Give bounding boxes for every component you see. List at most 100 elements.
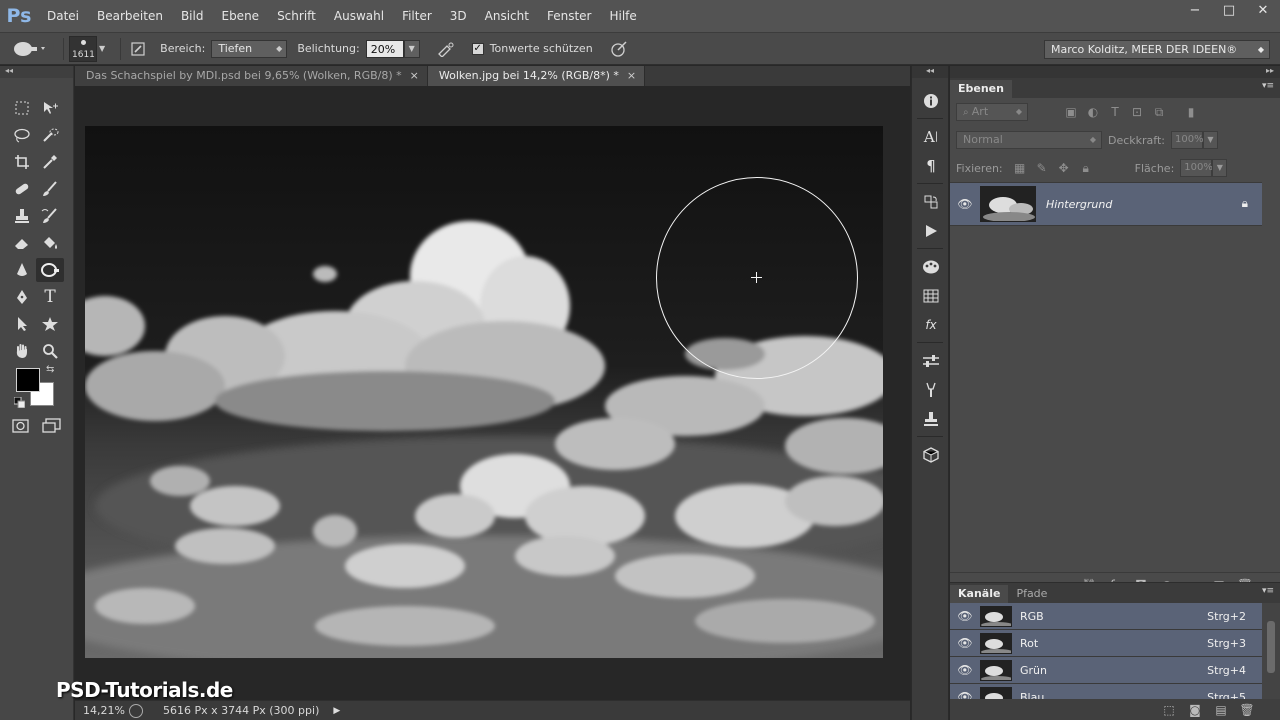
lock-all-icon[interactable]: 🔒︎ (1075, 159, 1097, 177)
3d-icon[interactable] (912, 440, 950, 469)
panel-menu-icon[interactable]: ▾≡ (1262, 586, 1274, 596)
visibility-eye-icon[interactable]: 👁︎ (950, 636, 980, 650)
filter-shape-icon[interactable]: ⊡ (1126, 103, 1148, 121)
brush-presets-icon[interactable] (912, 375, 950, 404)
channel-row-gruen[interactable]: 👁︎ Grün Strg+4 (950, 657, 1262, 684)
lasso-tool-icon[interactable] (8, 123, 36, 147)
move-tool-icon[interactable] (36, 96, 64, 120)
adjustments-icon[interactable] (912, 346, 950, 375)
clone-source-icon[interactable] (912, 404, 950, 433)
delete-channel-trash-icon[interactable]: 🗑︎ (1234, 703, 1260, 717)
visibility-eye-icon[interactable]: 👁︎ (950, 197, 980, 211)
panel-menu-icon[interactable]: ▾≡ (1262, 81, 1274, 91)
zoom-level[interactable]: 14,21% (75, 704, 125, 717)
history-icon[interactable] (912, 187, 950, 216)
brush-tool-icon[interactable] (36, 177, 64, 201)
status-menu-arrow-icon[interactable]: ▶ (333, 706, 340, 716)
save-selection-icon[interactable]: ◙ (1182, 703, 1208, 717)
hand-tool-icon[interactable] (8, 339, 36, 363)
brush-size-picker[interactable]: 1611 (69, 35, 97, 62)
tab-pfade[interactable]: Pfade (1008, 585, 1055, 603)
menu-auswahl[interactable]: Auswahl (325, 0, 393, 32)
channel-row-rgb[interactable]: 👁︎ RGB Strg+2 (950, 603, 1262, 630)
healing-brush-tool-icon[interactable] (8, 177, 36, 201)
filter-toggle-icon[interactable]: ▮ (1180, 103, 1202, 121)
foreground-color-swatch[interactable] (16, 368, 40, 392)
filter-type-icon[interactable]: T (1104, 103, 1126, 121)
menu-datei[interactable]: Datei (38, 0, 88, 32)
history-brush-tool-icon[interactable] (36, 204, 64, 228)
visibility-eye-icon[interactable]: 👁︎ (950, 663, 980, 677)
path-selection-tool-icon[interactable] (8, 312, 36, 336)
menu-fenster[interactable]: Fenster (538, 0, 601, 32)
filter-pixel-icon[interactable]: ▣ (1060, 103, 1082, 121)
restore-button[interactable]: □ (1212, 0, 1246, 20)
quick-selection-tool-icon[interactable] (36, 123, 64, 147)
fill-input[interactable]: 100% (1180, 159, 1213, 177)
layer-filter-select[interactable]: ⌕ Art ◆ (956, 103, 1028, 121)
zoom-tool-icon[interactable] (36, 339, 64, 363)
eyedropper-tool-icon[interactable] (36, 150, 64, 174)
brush-panel-icon[interactable] (126, 37, 150, 61)
default-colors-icon[interactable] (13, 396, 26, 411)
expand-arrows-icon[interactable]: ▸▸ (1266, 66, 1274, 75)
fill-dropdown-icon[interactable]: ▼ (1212, 159, 1228, 177)
lock-position-icon[interactable]: ✥ (1053, 159, 1075, 177)
crop-tool-icon[interactable] (8, 150, 36, 174)
eraser-tool-icon[interactable] (8, 231, 36, 255)
menu-ebene[interactable]: Ebene (212, 0, 268, 32)
tool-preset-picker[interactable] (0, 32, 58, 65)
new-channel-icon[interactable]: ▤ (1208, 703, 1234, 717)
menu-3d[interactable]: 3D (441, 0, 476, 32)
marquee-tool-icon[interactable] (8, 96, 36, 120)
menu-filter[interactable]: Filter (393, 0, 441, 32)
tab-ebenen[interactable]: Ebenen (950, 80, 1012, 98)
collapse-arrows-icon[interactable]: ◂◂ (912, 66, 948, 78)
workspace-select[interactable]: Marco Kolditz, MEER DER IDEEN® ◆ (1044, 40, 1270, 59)
swap-colors-icon[interactable]: ⇆ (46, 364, 54, 375)
menu-bearbeiten[interactable]: Bearbeiten (88, 0, 172, 32)
menu-schrift[interactable]: Schrift (268, 0, 325, 32)
swatches-icon[interactable] (912, 281, 950, 310)
dodge-tool-icon[interactable] (36, 257, 64, 282)
info-icon[interactable] (912, 86, 950, 115)
range-select[interactable]: Tiefen ◆ (211, 39, 288, 58)
paragraph-icon[interactable]: ¶ (912, 151, 950, 180)
load-selection-icon[interactable]: ⬚ (1156, 703, 1182, 717)
lock-transparency-icon[interactable]: ▦ (1009, 159, 1031, 177)
channels-scrollbar[interactable] (1262, 603, 1280, 703)
pen-tool-icon[interactable] (8, 285, 36, 309)
styles-fx-icon[interactable]: fx (912, 310, 950, 339)
type-tool-icon[interactable]: T (36, 285, 64, 309)
character-icon[interactable]: A | (912, 122, 950, 151)
minimize-button[interactable]: − (1178, 0, 1212, 20)
exposure-input[interactable]: 20% (365, 39, 404, 58)
color-palette-icon[interactable] (912, 252, 950, 281)
paint-bucket-tool-icon[interactable] (36, 231, 64, 255)
protect-tones-checkbox[interactable]: ✓ (471, 42, 484, 55)
airbrush-icon[interactable] (434, 37, 458, 61)
menu-bild[interactable]: Bild (172, 0, 213, 32)
menu-hilfe[interactable]: Hilfe (600, 0, 645, 32)
menu-ansicht[interactable]: Ansicht (476, 0, 538, 32)
clone-stamp-tool-icon[interactable] (8, 204, 36, 228)
status-info-icon[interactable] (129, 703, 143, 718)
lock-pixels-icon[interactable]: ✎ (1031, 159, 1053, 177)
pressure-size-icon[interactable] (607, 37, 631, 61)
close-button[interactable]: ✕ (1246, 0, 1280, 20)
filter-smartobject-icon[interactable]: ⧉ (1148, 103, 1170, 121)
filter-adjustment-icon[interactable]: ◐ (1082, 103, 1104, 121)
opacity-input[interactable]: 100% (1171, 131, 1204, 149)
screen-mode-icon[interactable] (42, 418, 62, 437)
blend-mode-select[interactable]: Normal ◆ (956, 131, 1102, 149)
custom-shape-tool-icon[interactable] (36, 312, 64, 336)
actions-play-icon[interactable] (912, 216, 950, 245)
layer-row-hintergrund[interactable]: 👁︎ Hintergrund 🔒︎ (950, 182, 1262, 226)
blur-tool-icon[interactable] (8, 258, 36, 282)
exposure-dropdown-icon[interactable]: ▼ (403, 39, 420, 58)
visibility-eye-icon[interactable]: 👁︎ (950, 609, 980, 623)
opacity-dropdown-icon[interactable]: ▼ (1203, 131, 1218, 149)
tab-wolken[interactable]: Wolken.jpg bei 14,2% (RGB/8*) * × (427, 66, 646, 86)
tab-schachspiel[interactable]: Das Schachspiel by MDI.psd bei 9,65% (Wo… (75, 66, 428, 86)
quick-mask-icon[interactable] (12, 418, 30, 437)
